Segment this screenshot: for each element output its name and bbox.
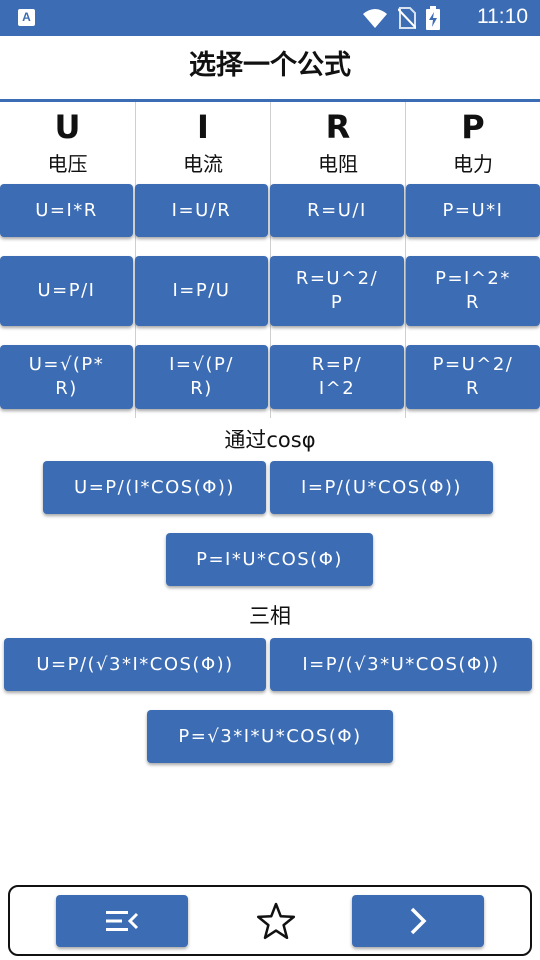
column-name: 电阻 (318, 152, 358, 176)
column-name: 电力 (453, 152, 493, 176)
page-title: 选择一个公式 (189, 50, 351, 81)
column-name: 电流 (183, 152, 223, 176)
formula-button-p-2[interactable]: P=I^2* R (406, 256, 540, 326)
formula-button-cos-p[interactable]: P=I*U*COS(Φ) (166, 533, 373, 586)
formula-button-i-2[interactable]: I=P/U (135, 256, 268, 326)
formula-button-u-1[interactable]: U=I*R (0, 184, 133, 237)
column-letter: I (197, 108, 209, 146)
star-outline-icon[interactable] (256, 901, 296, 941)
column-letter: R (325, 108, 351, 146)
formula-button-cos-u[interactable]: U=P/(I*COS(Φ)) (43, 461, 266, 514)
menu-collapse-icon (106, 911, 139, 931)
status-bar: A 11:10 (0, 0, 540, 36)
formula-button-u-3[interactable]: U=√(P* R) (0, 345, 133, 409)
section-title-three-phase: 三相 (249, 604, 291, 628)
menu-button[interactable] (56, 895, 188, 947)
formula-button-3ph-p[interactable]: P=√3*I*U*COS(Φ) (147, 710, 393, 763)
formula-button-p-1[interactable]: P=U*I (406, 184, 540, 237)
column-name: 电压 (47, 152, 88, 176)
formula-button-3ph-i[interactable]: I=P/(√3*U*COS(Φ)) (270, 638, 532, 691)
formula-button-r-1[interactable]: R=U/I (270, 184, 404, 237)
formula-button-i-3[interactable]: I=√(P/ R) (135, 345, 268, 409)
no-sim-icon (398, 7, 416, 29)
bottom-nav-bar (8, 885, 532, 956)
chevron-right-icon (410, 907, 427, 935)
wifi-icon (363, 9, 387, 28)
formula-button-r-3[interactable]: R=P/ I^2 (270, 345, 404, 409)
formula-button-p-3[interactable]: P=U^2/ R (406, 345, 540, 409)
column-letter: U (54, 108, 81, 146)
formula-button-r-2[interactable]: R=U^2/ P (270, 256, 404, 326)
status-time: 11:10 (477, 5, 528, 28)
battery-charging-icon (426, 6, 440, 30)
app-notification-icon: A (18, 9, 35, 26)
next-button[interactable] (352, 895, 484, 947)
formula-button-i-1[interactable]: I=U/R (135, 184, 268, 237)
formula-button-u-2[interactable]: U=P/I (0, 256, 133, 326)
formula-button-3ph-u[interactable]: U=P/(√3*I*COS(Φ)) (4, 638, 266, 691)
system-icons (362, 6, 440, 30)
section-title-cos: 通过cosφ (224, 428, 316, 452)
column-letter: P (461, 108, 485, 146)
formula-button-cos-i[interactable]: I=P/(U*COS(Φ)) (270, 461, 493, 514)
